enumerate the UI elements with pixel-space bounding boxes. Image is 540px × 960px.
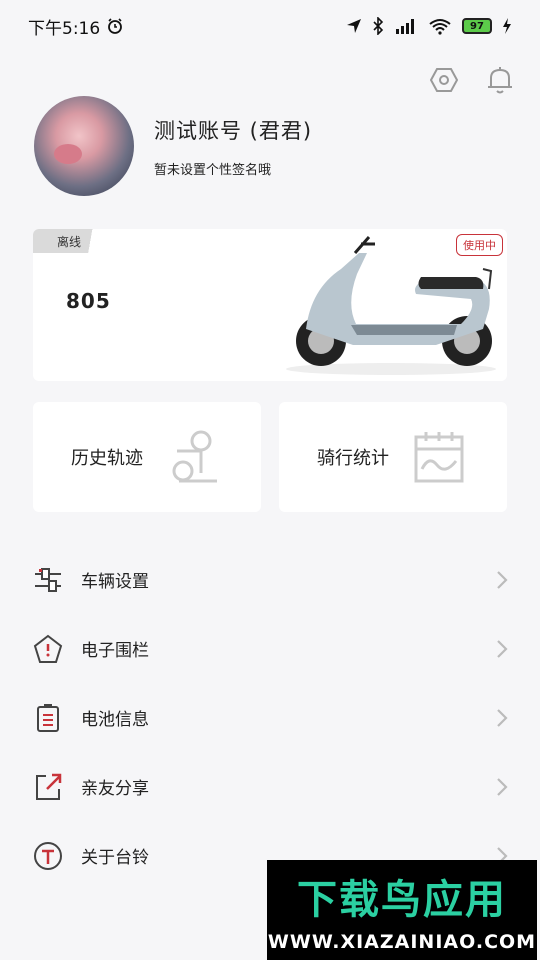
history-track-card[interactable]: 历史轨迹 [33, 402, 261, 512]
bluetooth-icon [373, 17, 384, 35]
share-icon [32, 771, 64, 803]
watermark-url: WWW.XIAZAINIAO.COM [267, 931, 537, 953]
profile-header[interactable]: 测试账号 (君君) 暂未设置个性签名哦 [34, 96, 312, 196]
chevron-right-icon [497, 708, 508, 727]
status-bar-right: 97 [346, 17, 512, 35]
notifications-button[interactable] [484, 64, 516, 96]
history-track-label: 历史轨迹 [71, 448, 143, 469]
menu-list: 车辆设置 电子围栏 电池信息 亲友分享 关于台铃 [0, 545, 540, 890]
charging-icon [503, 18, 511, 34]
chevron-right-icon [497, 570, 508, 589]
avatar-pig-snout [54, 144, 82, 164]
menu-item-vehicle-settings[interactable]: 车辆设置 [0, 545, 540, 614]
watermark-title: 下载鸟应用 [297, 877, 507, 923]
watermark-overlay: 下载鸟应用 WWW.XIAZAINIAO.COM [267, 860, 537, 960]
alarm-icon [108, 18, 123, 34]
vehicle-status-tag: 离线 [33, 229, 103, 253]
battery-indicator: 97 [462, 18, 492, 34]
menu-item-share[interactable]: 亲友分享 [0, 752, 540, 821]
signal-icon [396, 19, 414, 34]
menu-item-battery-info[interactable]: 电池信息 [0, 683, 540, 752]
geofence-icon [32, 633, 64, 665]
in-use-badge: 使用中 [456, 234, 503, 256]
battery-info-icon [32, 702, 64, 734]
ride-stats-icon [414, 432, 464, 483]
status-bar: 下午5:16 97 [0, 0, 540, 52]
signature: 暂未设置个性签名哦 [154, 162, 272, 178]
ride-stats-card[interactable]: 骑行统计 [279, 402, 507, 512]
status-bar-left: 下午5:16 [28, 14, 124, 39]
menu-label-share: 亲友分享 [81, 779, 149, 799]
menu-label-geofence: 电子围栏 [81, 641, 149, 661]
top-actions [428, 64, 516, 96]
wifi-icon [429, 19, 451, 35]
chevron-right-icon [497, 777, 508, 796]
vehicle-settings-icon [32, 564, 64, 596]
settings-hexagon-icon [430, 68, 458, 92]
menu-item-geofence[interactable]: 电子围栏 [0, 614, 540, 683]
menu-label-battery-info: 电池信息 [81, 710, 149, 730]
about-icon [32, 840, 64, 872]
location-icon [347, 19, 361, 33]
track-history-icon [172, 430, 217, 483]
status-time: 下午5:16 [28, 18, 101, 39]
vehicle-number: 805 [66, 289, 111, 313]
username: 测试账号 (君君) [154, 118, 313, 143]
vehicle-card[interactable]: 离线 805 使用中 [33, 229, 507, 381]
settings-button[interactable] [428, 64, 460, 96]
bell-icon [488, 67, 512, 94]
chevron-right-icon [497, 639, 508, 658]
avatar[interactable] [34, 96, 134, 196]
ride-stats-label: 骑行统计 [317, 448, 389, 469]
quick-actions: 历史轨迹 骑行统计 [33, 402, 507, 512]
menu-label-vehicle-settings: 车辆设置 [81, 572, 149, 592]
profile-info: 测试账号 (君君) 暂未设置个性签名哦 [154, 115, 312, 178]
